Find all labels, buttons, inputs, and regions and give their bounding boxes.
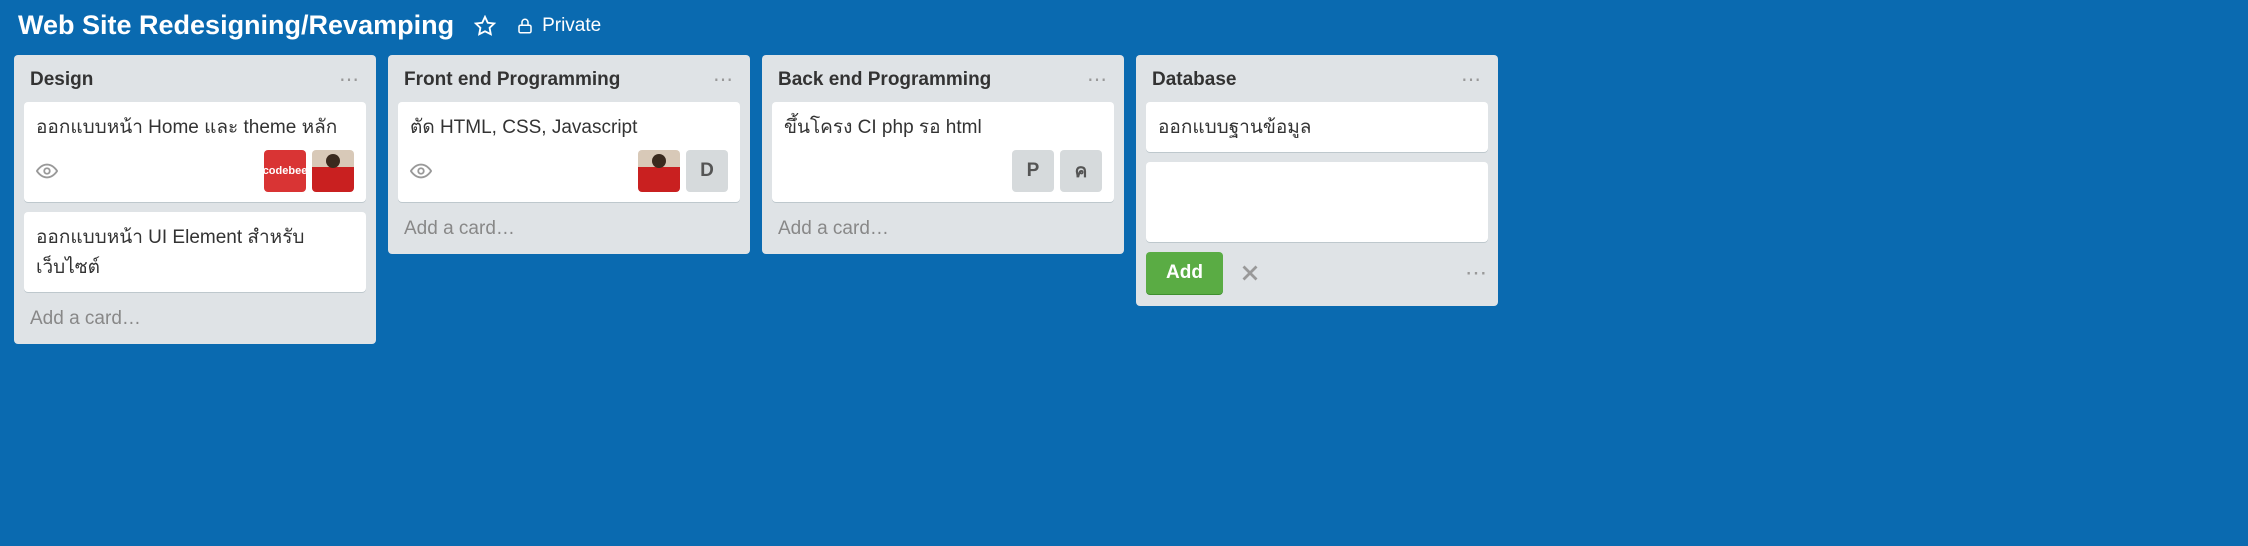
card-composer-input[interactable]: [1146, 162, 1488, 242]
star-icon[interactable]: [474, 15, 496, 37]
card[interactable]: ออกแบบหน้า Home และ theme หลัก codebee: [24, 102, 366, 202]
list-database: Database ⋯ ออกแบบฐานข้อมูล Add ⋯: [1136, 55, 1498, 306]
board-title: Web Site Redesigning/Revamping: [18, 10, 454, 41]
card-members: D: [638, 150, 728, 192]
watch-icon: [36, 160, 58, 182]
card-title: ออกแบบหน้า Home และ theme หลัก: [36, 112, 354, 142]
list-header: Back end Programming ⋯: [772, 65, 1114, 102]
add-card-button[interactable]: Add a card…: [398, 212, 740, 242]
list-menu-icon[interactable]: ⋯: [1087, 67, 1108, 92]
add-card-button[interactable]: Add a card…: [24, 302, 366, 332]
composer-left: Add: [1146, 252, 1263, 294]
list-header: Design ⋯: [24, 65, 366, 102]
composer-menu-icon[interactable]: ⋯: [1465, 260, 1488, 286]
avatar[interactable]: [638, 150, 680, 192]
board-header: Web Site Redesigning/Revamping Private: [0, 0, 2248, 55]
card-footer: D: [410, 150, 728, 192]
list-title[interactable]: Database: [1152, 69, 1237, 91]
list-backend: Back end Programming ⋯ ขึ้นโครง CI php ร…: [762, 55, 1124, 254]
avatar[interactable]: codebee: [264, 150, 306, 192]
list-frontend: Front end Programming ⋯ ตัด HTML, CSS, J…: [388, 55, 750, 254]
avatar[interactable]: [312, 150, 354, 192]
card-footer: P ค: [784, 150, 1102, 192]
list-menu-icon[interactable]: ⋯: [713, 67, 734, 92]
card-members: P ค: [1012, 150, 1102, 192]
list-header: Front end Programming ⋯: [398, 65, 740, 102]
composer-actions: Add ⋯: [1146, 252, 1488, 294]
list-title[interactable]: Front end Programming: [404, 69, 620, 91]
card-members: codebee: [264, 150, 354, 192]
card-footer: codebee: [36, 150, 354, 192]
card-title: ขึ้นโครง CI php รอ html: [784, 112, 1102, 142]
card[interactable]: ตัด HTML, CSS, Javascript D: [398, 102, 740, 202]
add-card-button[interactable]: Add a card…: [772, 212, 1114, 242]
close-icon[interactable]: [1237, 260, 1263, 286]
list-design: Design ⋯ ออกแบบหน้า Home และ theme หลัก …: [14, 55, 376, 344]
avatar[interactable]: D: [686, 150, 728, 192]
list-menu-icon[interactable]: ⋯: [1461, 67, 1482, 92]
card-title: ตัด HTML, CSS, Javascript: [410, 112, 728, 142]
privacy-label: Private: [542, 15, 601, 37]
list-title[interactable]: Design: [30, 69, 93, 91]
list-header: Database ⋯: [1146, 65, 1488, 102]
watch-icon: [410, 160, 432, 182]
privacy-button[interactable]: Private: [516, 15, 601, 37]
list-title[interactable]: Back end Programming: [778, 69, 991, 91]
add-button[interactable]: Add: [1146, 252, 1223, 294]
lists-container: Design ⋯ ออกแบบหน้า Home และ theme หลัก …: [0, 55, 2248, 344]
card[interactable]: ออกแบบหน้า UI Element สำหรับเว็บไซต์: [24, 212, 366, 292]
card[interactable]: ออกแบบฐานข้อมูล: [1146, 102, 1488, 152]
lock-icon: [516, 17, 534, 35]
card[interactable]: ขึ้นโครง CI php รอ html P ค: [772, 102, 1114, 202]
avatar[interactable]: P: [1012, 150, 1054, 192]
avatar[interactable]: ค: [1060, 150, 1102, 192]
list-menu-icon[interactable]: ⋯: [339, 67, 360, 92]
